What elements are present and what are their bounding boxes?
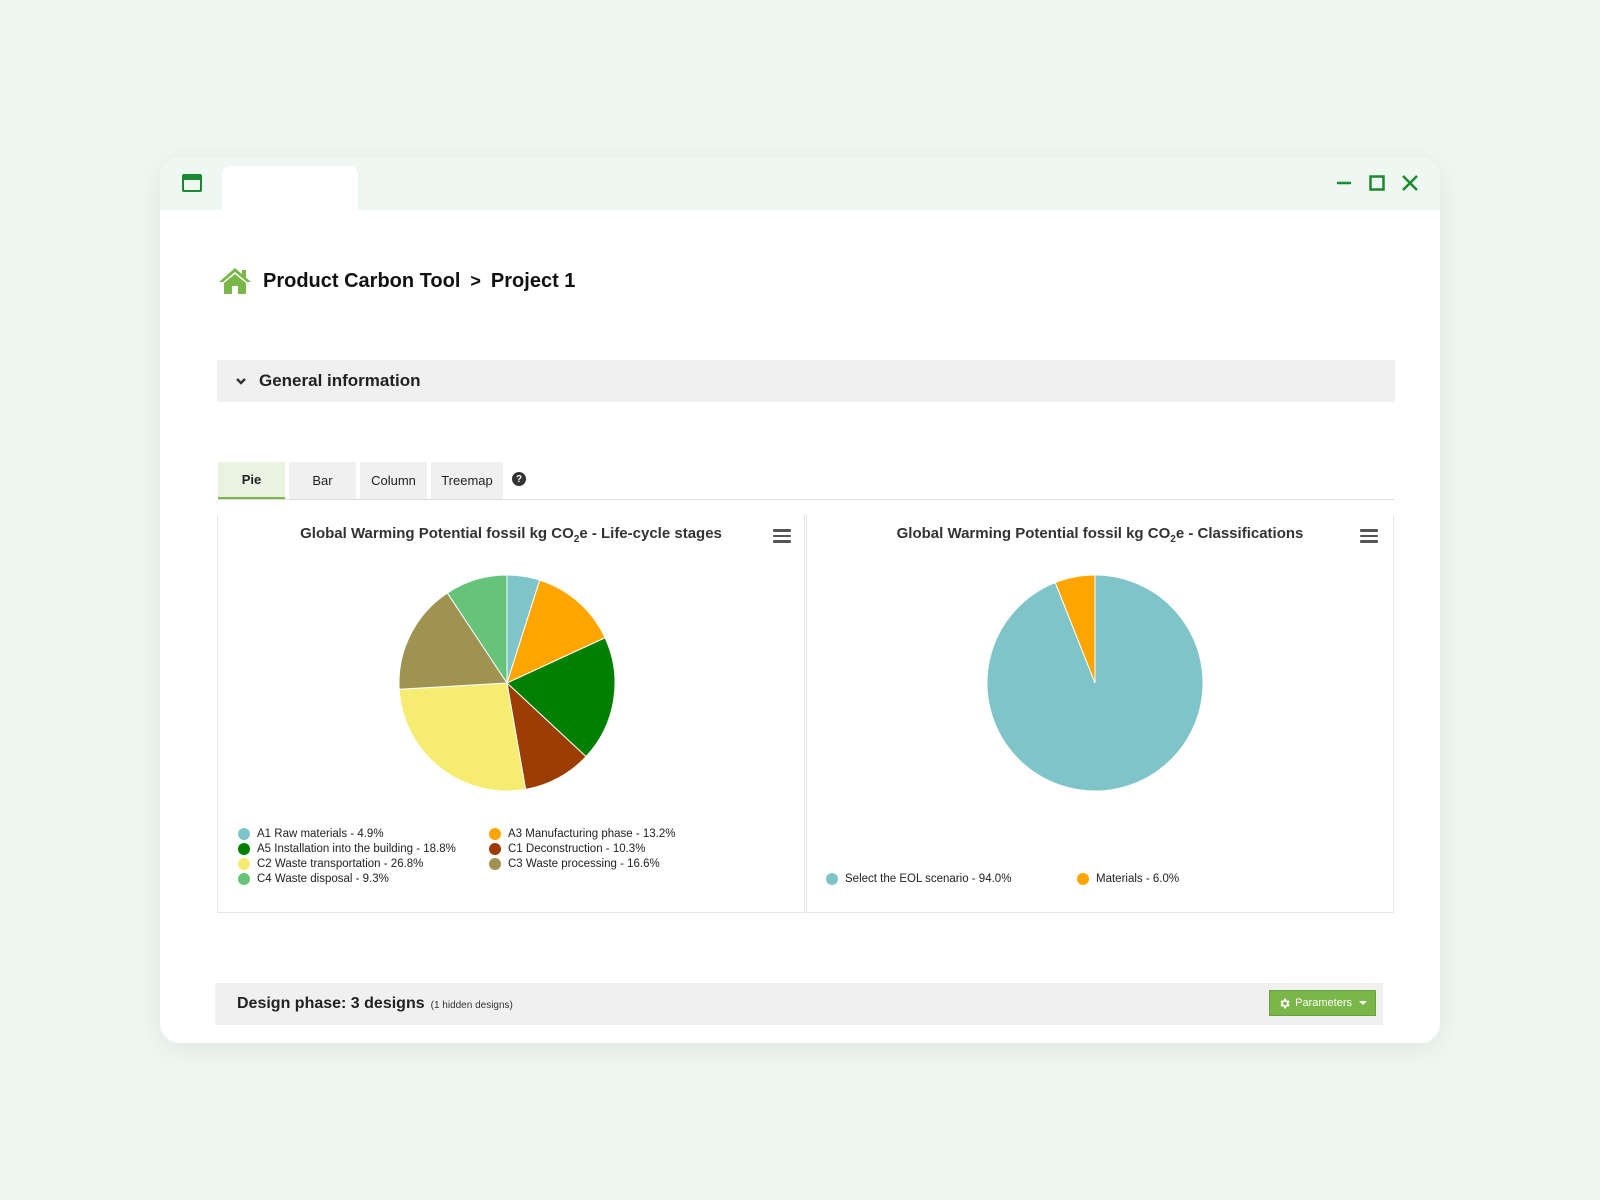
tab-bar[interactable]: Bar xyxy=(289,462,356,499)
design-phase-title: Design phase: 3 designs xyxy=(237,995,425,1012)
legend-item-a1[interactable]: A1 Raw materials - 4.9% xyxy=(238,828,384,840)
legend-dot xyxy=(238,858,250,870)
legend-item-materials[interactable]: Materials - 6.0% xyxy=(1077,873,1179,885)
legend-item-a5[interactable]: A5 Installation into the building - 18.8… xyxy=(238,843,456,855)
lifecycle-chart-title: Global Warming Potential fossil kg CO2e … xyxy=(300,525,722,545)
chevron-down-icon xyxy=(236,378,246,385)
hidden-designs-note: (1 hidden designs) xyxy=(430,1000,513,1011)
browser-tab[interactable] xyxy=(222,166,358,210)
home-icon[interactable] xyxy=(217,266,253,296)
legend-item-eol[interactable]: Select the EOL scenario - 94.0% xyxy=(826,873,1011,885)
app-window: Product Carbon Tool > Project 1 General … xyxy=(160,157,1440,1043)
classifications-chart-title: Global Warming Potential fossil kg CO2e … xyxy=(896,525,1304,545)
lifecycle-pie-chart xyxy=(398,574,616,792)
legend-dot xyxy=(826,873,838,885)
legend-dot xyxy=(489,828,501,840)
breadcrumb-project: Project 1 xyxy=(490,269,576,292)
legend-item-c1[interactable]: C1 Deconstruction - 10.3% xyxy=(489,843,645,855)
close-icon[interactable] xyxy=(1398,171,1422,195)
gear-icon xyxy=(1280,998,1290,1008)
breadcrumb-separator: > xyxy=(470,270,481,291)
legend-item-c2[interactable]: C2 Waste transportation - 26.8% xyxy=(238,858,423,870)
window-icon xyxy=(182,174,202,192)
minimize-icon[interactable] xyxy=(1332,171,1356,195)
chart-type-tabs: Pie Bar Column Treemap ? xyxy=(218,462,1394,500)
general-information-label: General information xyxy=(259,371,421,390)
legend-dot xyxy=(238,873,250,885)
legend-dot xyxy=(1077,873,1089,885)
general-information-header[interactable]: General information xyxy=(217,360,1395,402)
maximize-icon[interactable] xyxy=(1365,171,1389,195)
classifications-pie-chart xyxy=(986,574,1204,792)
main-content: Product Carbon Tool > Project 1 General … xyxy=(160,210,1440,1043)
tab-treemap[interactable]: Treemap xyxy=(431,462,503,499)
legend-dot xyxy=(238,843,250,855)
lifecycle-chart-menu-icon[interactable] xyxy=(773,529,791,545)
legend-item-c4[interactable]: C4 Waste disposal - 9.3% xyxy=(238,873,389,885)
help-icon[interactable]: ? xyxy=(512,472,526,486)
caret-down-icon xyxy=(1359,1001,1367,1005)
legend-dot xyxy=(238,828,250,840)
tab-column[interactable]: Column xyxy=(360,462,427,499)
design-phase-bar: Design phase: 3 designs (1 hidden design… xyxy=(215,983,1383,1025)
legend-item-c3[interactable]: C3 Waste processing - 16.6% xyxy=(489,858,660,870)
parameters-label: Parameters xyxy=(1295,997,1352,1009)
legend-dot xyxy=(489,843,501,855)
classifications-chart-panel: Global Warming Potential fossil kg CO2e … xyxy=(806,515,1394,913)
breadcrumb: Product Carbon Tool > Project 1 xyxy=(217,266,575,296)
legend-item-a3[interactable]: A3 Manufacturing phase - 13.2% xyxy=(489,828,676,840)
parameters-button[interactable]: Parameters xyxy=(1269,990,1376,1016)
breadcrumb-app[interactable]: Product Carbon Tool xyxy=(263,270,460,293)
legend-dot xyxy=(489,858,501,870)
lifecycle-chart-panel: Global Warming Potential fossil kg CO2e … xyxy=(217,515,805,913)
tab-pie[interactable]: Pie xyxy=(218,462,285,499)
pie-slice-c2-waste-transportation[interactable] xyxy=(398,682,527,792)
title-bar xyxy=(160,157,1440,210)
classifications-chart-menu-icon[interactable] xyxy=(1360,529,1378,545)
